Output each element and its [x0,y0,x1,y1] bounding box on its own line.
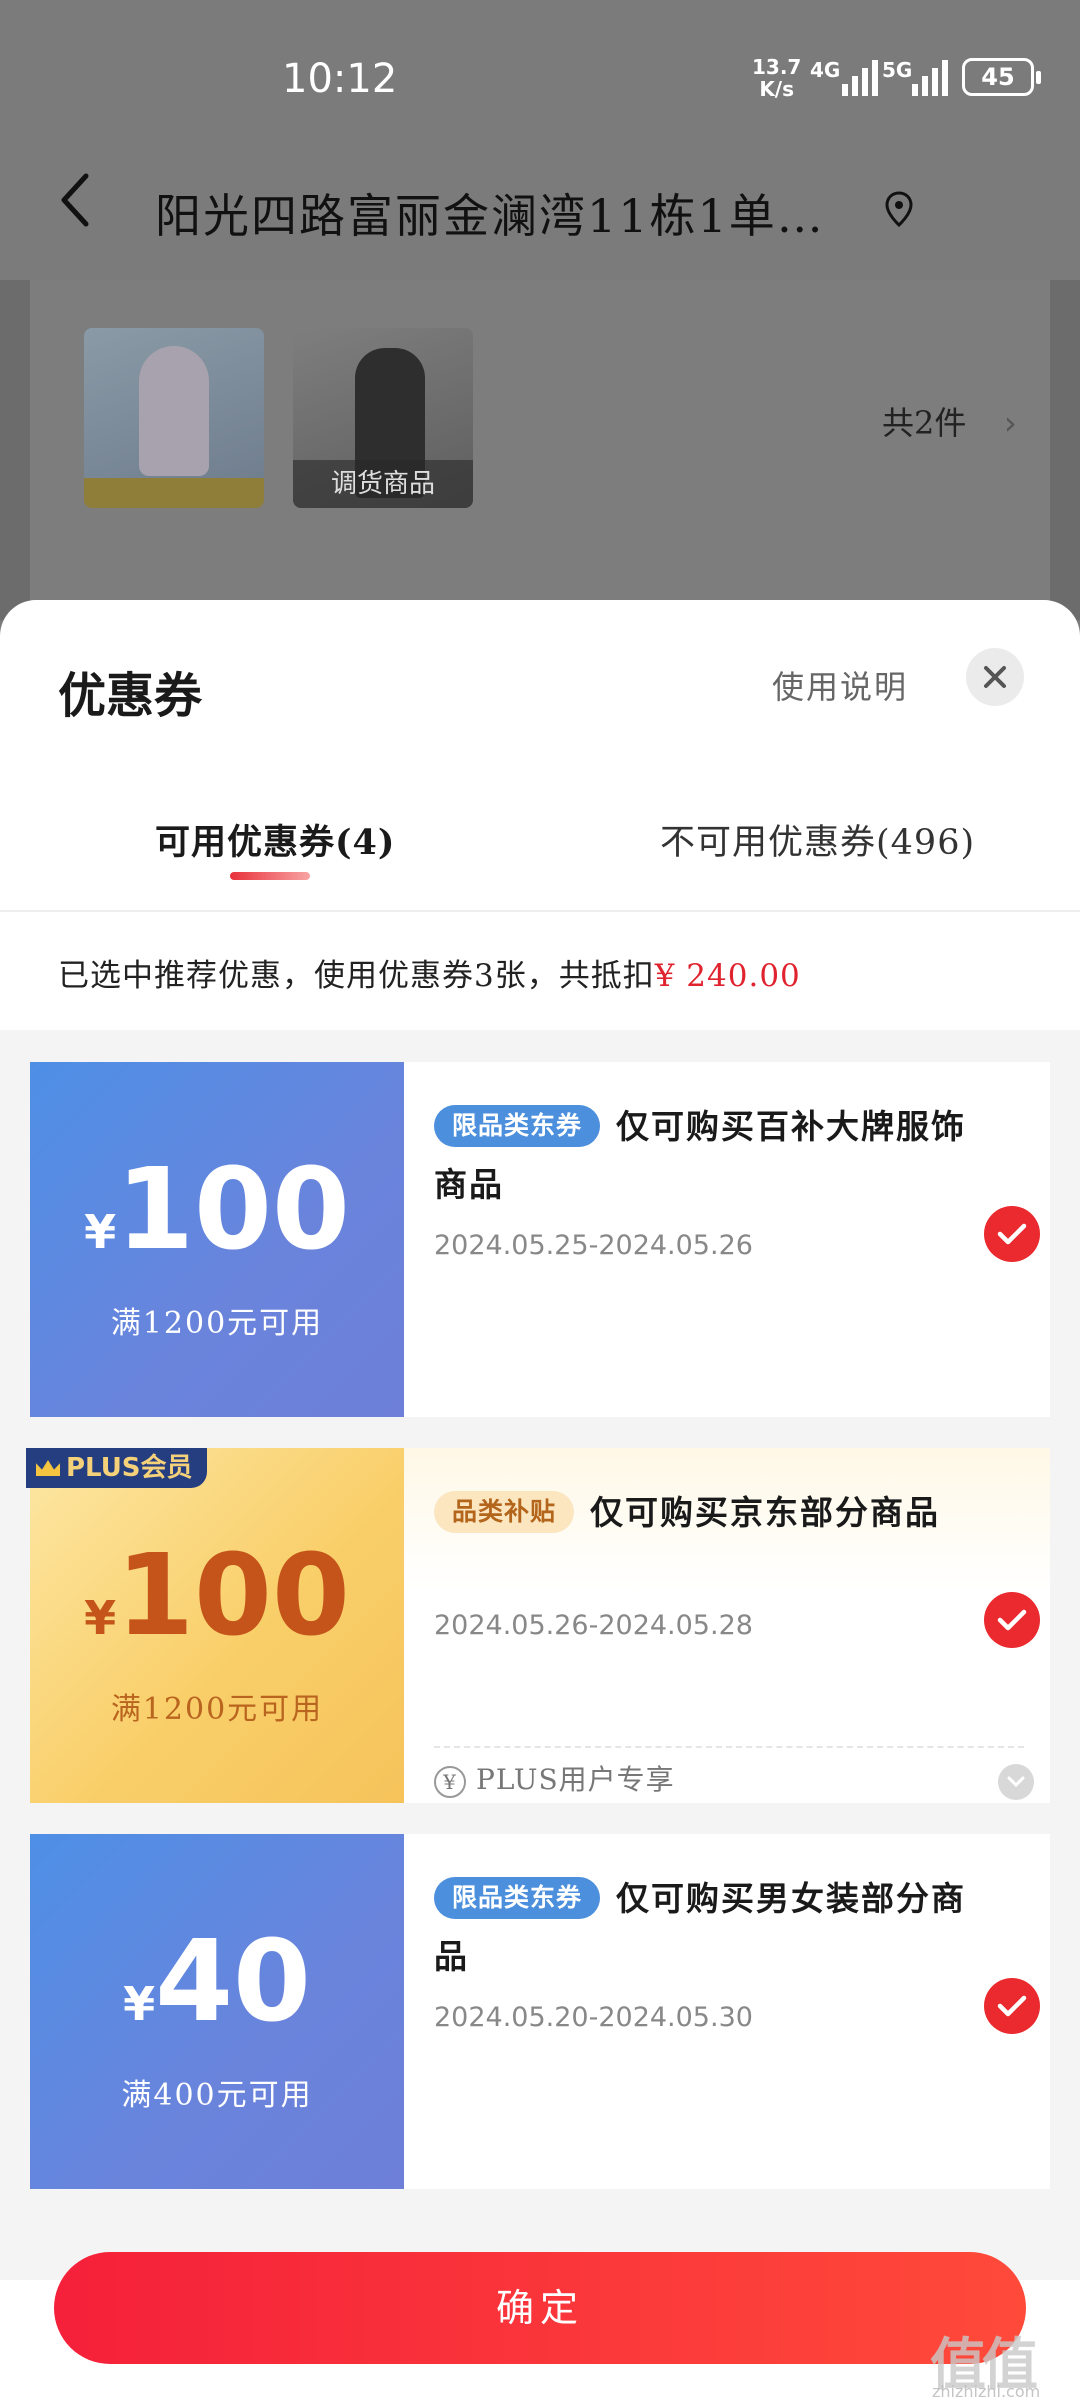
chevron-right-icon[interactable]: › [1004,404,1017,442]
chevron-down-icon [1007,1776,1025,1788]
tab-unavailable-coupons[interactable]: 不可用优惠券(496) [660,814,975,865]
coupon-details: 品类补贴 仅可购买京东部分商品 2024.05.26-2024.05.28 ¥ PL… [404,1448,1050,1803]
delivery-address[interactable]: 阳光四路富丽金澜湾11栋1单… [155,180,825,246]
close-button[interactable] [966,648,1024,706]
coupon-card[interactable]: PLUS会员 ¥100 满1200元可用 品类补贴 仅可购买京东部分商品 2024… [24,1448,1050,1803]
coupon-value-panel: ¥100 满1200元可用 [24,1062,404,1417]
coupon-list: ¥100 满1200元可用 限品类东券 仅可购买百补大牌服饰商品 2024.05.… [0,1030,1080,2280]
divider [434,1746,1024,1748]
status-time: 10:12 [282,56,398,102]
selection-summary: 已选中推荐优惠，使用优惠券3张，共抵扣¥ 240.00 [58,958,801,994]
coupon-selected-checkbox[interactable] [984,1206,1040,1262]
coupon-type-tag: 限品类东券 [434,1877,601,1919]
battery-icon: 45 [962,58,1041,96]
discount-total: ¥ 240.00 [654,958,801,994]
coupon-details: 限品类东券 仅可购买男女装部分商品 2024.05.20-2024.05.30 [404,1834,1050,2189]
coupon-validity: 2024.05.26-2024.05.28 [434,1610,753,1641]
check-icon [997,1609,1027,1631]
coupon-title: 限品类东券 仅可购买百补大牌服饰商品 [434,1105,967,1204]
coupon-amount: ¥100 [84,1145,350,1275]
crown-icon [36,1460,60,1476]
coupon-details: 限品类东券 仅可购买百补大牌服饰商品 2024.05.25-2024.05.26 [404,1062,1050,1417]
confirm-button[interactable]: 确定 [54,2252,1026,2364]
back-arrow-icon[interactable] [56,170,96,230]
order-summary-backdrop: 调货商品 共2件 › [0,280,1080,620]
network-speed: 13.7 K/s [752,55,802,101]
item-count[interactable]: 共2件 [882,398,966,444]
coupon-condition: 满1200元可用 [110,1306,324,1341]
watermark-site: zhizhizhi.com [932,2382,1041,2400]
coupon-value-panel: ¥40 满400元可用 [24,1834,404,2189]
expand-button[interactable] [998,1764,1034,1800]
coupon-validity: 2024.05.20-2024.05.30 [434,2002,753,2033]
status-bar: 10:12 13.7 K/s 4G 5G 45 [0,0,1080,150]
coupon-card[interactable]: ¥100 满1200元可用 限品类东券 仅可购买百补大牌服饰商品 2024.05.… [24,1062,1050,1417]
coupon-selected-checkbox[interactable] [984,1978,1040,2034]
divider [0,910,1080,912]
product-thumbnail[interactable] [84,328,264,508]
check-icon [997,1995,1027,2017]
order-items-card[interactable]: 调货商品 共2件 › [30,280,1050,620]
coupon-type-tag: 限品类东券 [434,1105,601,1147]
location-pin-icon[interactable] [884,190,914,228]
coupon-condition: 满1200元可用 [110,1692,324,1727]
close-icon [984,666,1006,688]
coupon-value-panel: PLUS会员 ¥100 满1200元可用 [24,1448,404,1803]
signal-4g-label: 4G [810,58,841,82]
coupon-condition: 满400元可用 [121,2078,313,2113]
check-icon [997,1223,1027,1245]
signal-5g-icon [912,58,948,96]
plus-exclusive-note: ¥ PLUS用户专享 [434,1758,675,1798]
signal-4g-icon [842,58,878,96]
yen-circle-icon: ¥ [434,1766,466,1798]
coupon-selected-checkbox[interactable] [984,1592,1040,1648]
coupon-sheet: 优惠券 使用说明 可用优惠券(4) 不可用优惠券(496) 已选中推荐优惠，使用… [0,600,1080,2400]
coupon-card[interactable]: ¥40 满400元可用 限品类东券 仅可购买男女装部分商品 2024.05.20-… [24,1834,1050,2189]
coupon-type-tag: 品类补贴 [434,1491,575,1533]
active-tab-indicator [230,872,310,880]
coupon-title: 限品类东券 仅可购买男女装部分商品 [434,1877,967,1976]
coupon-amount: ¥100 [84,1531,350,1661]
thumbnail-overlay-label: 调货商品 [293,460,473,508]
order-header: 阳光四路富丽金澜湾11栋1单… [0,150,1080,280]
signal-5g-label: 5G [882,58,913,82]
tab-available-coupons[interactable]: 可用优惠券(4) [155,814,395,865]
coupon-validity: 2024.05.25-2024.05.26 [434,1230,753,1261]
product-thumbnail[interactable]: 调货商品 [293,328,473,508]
usage-instructions-link[interactable]: 使用说明 [772,662,908,708]
coupon-title: 品类补贴 仅可购买京东部分商品 [434,1484,994,1542]
plus-member-badge: PLUS会员 [26,1448,207,1488]
sheet-title: 优惠券 [58,668,203,724]
coupon-amount: ¥40 [123,1917,311,2047]
